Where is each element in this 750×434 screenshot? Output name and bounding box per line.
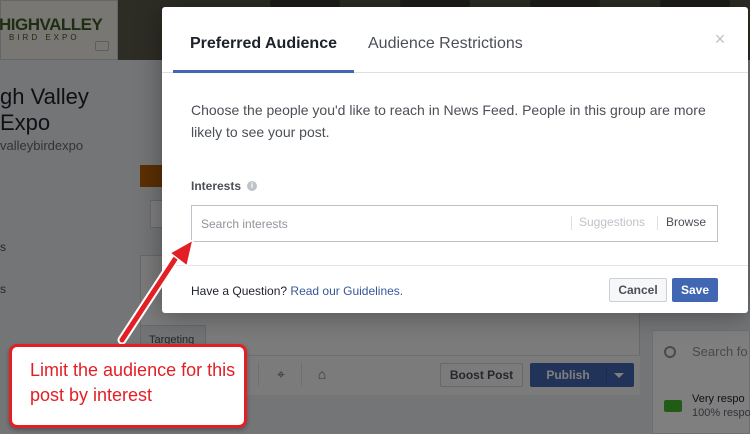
interests-search-box: Suggestions Browse [191, 205, 718, 242]
tab-preferred-audience[interactable]: Preferred Audience [173, 7, 354, 73]
info-icon[interactable]: i [247, 181, 257, 191]
browse-link[interactable]: Browse [666, 206, 706, 241]
suggestions-link[interactable]: Suggestions [579, 206, 645, 241]
search-divider [571, 216, 572, 230]
save-button[interactable]: Save [672, 278, 718, 302]
close-icon[interactable]: × [712, 30, 728, 48]
audience-dialog: Preferred Audience Audience Restrictions… [162, 7, 748, 313]
question-text: Have a Question? [191, 284, 288, 298]
search-divider [657, 216, 658, 230]
search-interests-input[interactable] [192, 206, 567, 241]
annotation-callout: Limit the audience for this post by inte… [9, 344, 247, 428]
cancel-button[interactable]: Cancel [609, 278, 667, 302]
tab-audience-restrictions[interactable]: Audience Restrictions [368, 7, 523, 73]
help-text: Have a Question? Read our Guidelines. [191, 284, 403, 298]
audience-tabs: Preferred Audience Audience Restrictions… [162, 7, 748, 73]
audience-description: Choose the people you'd like to reach in… [191, 102, 706, 140]
guidelines-link[interactable]: Read our Guidelines. [290, 284, 403, 298]
dialog-footer: Have a Question? Read our Guidelines. Ca… [162, 265, 748, 313]
interests-label: Interests [191, 179, 242, 193]
